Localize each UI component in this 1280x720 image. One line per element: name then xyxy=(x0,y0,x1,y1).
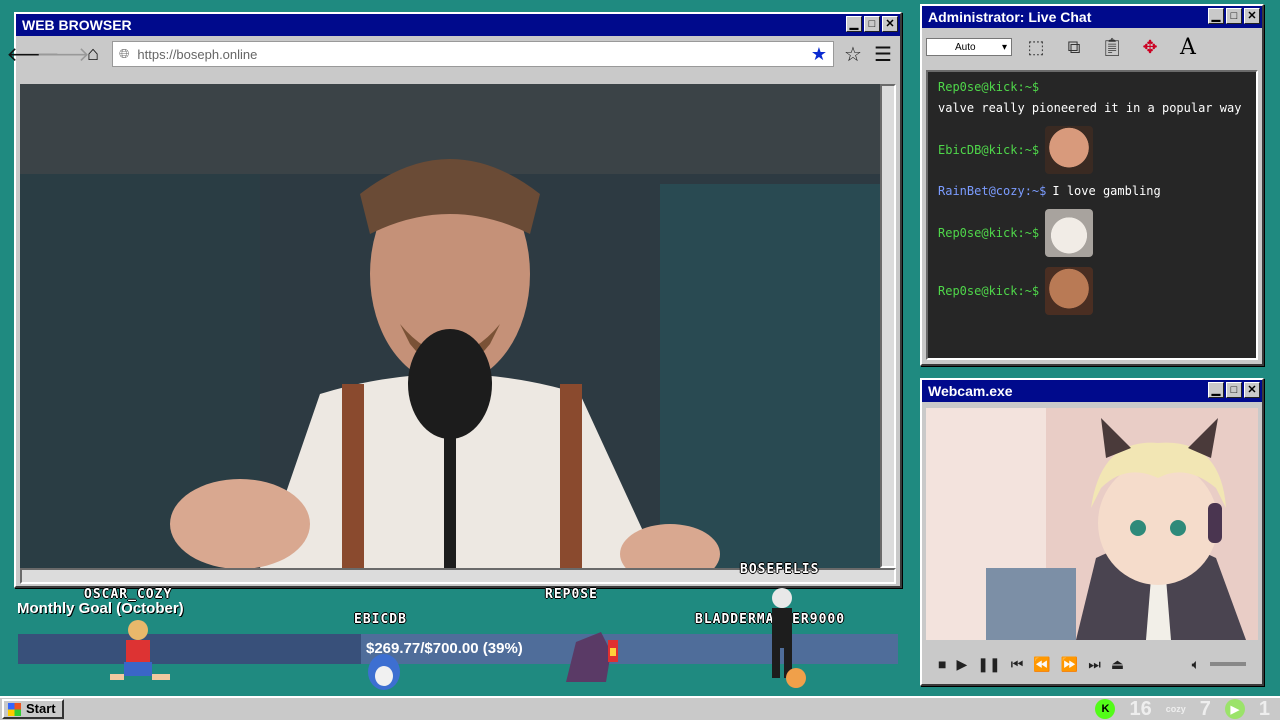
stop-icon[interactable]: ■ xyxy=(938,656,946,672)
chat-text: valve really pioneered it in a popular w… xyxy=(938,101,1242,115)
dark-character-sprite-icon xyxy=(772,588,806,688)
viewer-name-repose: REP0SE xyxy=(545,587,598,602)
maximize-button[interactable]: □ xyxy=(864,16,880,32)
goal-label: Monthly Goal (October) xyxy=(17,600,184,617)
chat-username: Rep0se@kick:~$ xyxy=(938,225,1040,240)
font-select-value: Auto xyxy=(955,41,976,53)
dragon-sprite-icon xyxy=(566,632,618,682)
minimize-button[interactable]: ▁ xyxy=(1208,382,1224,398)
maximize-button[interactable]: □ xyxy=(1226,8,1242,24)
chat-username: EbicDB@kick:~$ xyxy=(938,142,1040,157)
chevron-down-icon: ▾ xyxy=(1001,41,1007,53)
chat-message: Rep0se@kick:~$ xyxy=(938,209,1246,257)
webcam-titlebar[interactable]: Webcam.exe ▁ □ ✕ xyxy=(922,380,1262,402)
chat-username: Rep0se@kick:~$ xyxy=(938,283,1040,298)
cozy-icon: cozy xyxy=(1165,704,1186,714)
kick-icon: K xyxy=(1095,699,1116,719)
chat-titlebar[interactable]: Administrator: Live Chat ▁ □ ✕ xyxy=(922,6,1262,28)
browser-titlebar[interactable]: WEB BROWSER ▁ □ ✕ xyxy=(16,14,900,36)
viewer-name-oscar: OSCAR_COZY xyxy=(84,587,173,602)
skip-forward-icon[interactable]: ⏭ xyxy=(1088,656,1101,673)
video-scene xyxy=(20,84,884,568)
address-bar[interactable]: 🌐︎ https://boseph.online ★ xyxy=(112,41,834,67)
close-button[interactable]: ✕ xyxy=(1244,8,1260,24)
font-select[interactable]: Auto ▾ xyxy=(926,38,1012,56)
fast-forward-icon[interactable]: ⏩ xyxy=(1061,656,1078,673)
volume-slider[interactable] xyxy=(1210,662,1246,666)
home-icon[interactable]: ⌂ xyxy=(82,43,104,65)
rewind-icon[interactable]: ⏪ xyxy=(1033,656,1050,673)
chat-message: Rep0se@kick:~$ xyxy=(938,267,1246,315)
browser-title: WEB BROWSER xyxy=(22,17,132,33)
globe-icon: 🌐︎ xyxy=(119,46,130,61)
blue-creature-sprite-icon xyxy=(368,654,400,690)
taskbar: Start K 16 cozy 7 ▶ 1 xyxy=(0,696,1280,720)
chat-message: EbicDB@kick:~$ xyxy=(938,126,1246,174)
skip-back-icon[interactable]: ⏮ xyxy=(1011,656,1024,673)
volume-icon[interactable]: 🔈︎ xyxy=(1192,656,1200,673)
menu-icon[interactable]: ☰ xyxy=(872,43,894,66)
kick-viewer-count: 16 xyxy=(1129,697,1152,720)
system-tray: K 16 cozy 7 ▶ 1 xyxy=(1095,698,1270,720)
play-icon[interactable]: ▶ xyxy=(956,656,967,673)
chat-title: Administrator: Live Chat xyxy=(928,9,1092,25)
favorites-icon[interactable]: ☆ xyxy=(842,43,864,66)
webcam-title: Webcam.exe xyxy=(928,383,1013,399)
maximize-button[interactable]: □ xyxy=(1226,382,1242,398)
stream-viewer-count: 1 xyxy=(1258,697,1270,720)
play-stream-icon: ▶ xyxy=(1224,699,1245,719)
paste-icon[interactable]: 📋︎ xyxy=(1098,33,1126,61)
webcam-window: Webcam.exe ▁ □ ✕ ■ ▶ ❚❚ ⏮ ⏪ ⏩ ⏭ ⏏ 🔈︎ xyxy=(920,378,1264,686)
goal-progress-fill xyxy=(18,634,362,664)
chat-message: Rep0se@kick:~$ valve really pioneered it… xyxy=(938,80,1246,116)
chat-username: Rep0se@kick:~$ xyxy=(938,80,1040,94)
bookmark-star-icon[interactable]: ★ xyxy=(811,44,827,65)
pause-icon[interactable]: ❚❚ xyxy=(977,656,1000,673)
select-region-icon[interactable]: ⬚ xyxy=(1022,33,1050,61)
viewer-name-ebicdb: EBICDB xyxy=(354,612,407,627)
start-button[interactable]: Start xyxy=(2,699,64,719)
chat-log[interactable]: Rep0se@kick:~$ valve really pioneered it… xyxy=(926,70,1258,360)
chat-text: I love gambling xyxy=(1052,184,1161,198)
webcam-feed xyxy=(926,408,1258,640)
media-controls: ■ ▶ ❚❚ ⏮ ⏪ ⏩ ⏭ ⏏ 🔈︎ xyxy=(926,650,1258,678)
cat-emote-icon xyxy=(1045,209,1094,257)
chat-window: Administrator: Live Chat ▁ □ ✕ Auto ▾ ⬚ … xyxy=(920,4,1264,366)
vtuber-avatar xyxy=(926,408,1258,640)
cozy-viewer-count: 7 xyxy=(1199,697,1211,720)
eject-icon[interactable]: ⏏ xyxy=(1111,656,1124,673)
close-button[interactable]: ✕ xyxy=(882,16,898,32)
minimize-button[interactable]: ▁ xyxy=(1208,8,1224,24)
close-button[interactable]: ✕ xyxy=(1244,382,1260,398)
chat-message: RainBet@cozy:~$ I love gambling xyxy=(938,184,1246,199)
move-icon[interactable]: ✥ xyxy=(1136,33,1164,61)
font-icon[interactable]: A xyxy=(1174,33,1202,61)
forward-arrow-icon[interactable]: 🡒 xyxy=(36,43,90,66)
chat-username: RainBet@cozy:~$ xyxy=(938,184,1047,198)
video-frame[interactable] xyxy=(20,84,884,568)
pirate-runner-sprite-icon xyxy=(110,620,170,680)
laughing-face-emote-icon xyxy=(1045,267,1094,315)
copy-icon[interactable]: ⧉ xyxy=(1060,33,1088,61)
browser-navbar: 🡐 🡒 ⌂ 🌐︎ https://boseph.online ★ ☆ ☰ xyxy=(6,36,900,72)
vertical-scrollbar[interactable] xyxy=(880,84,896,568)
minimize-button[interactable]: ▁ xyxy=(846,16,862,32)
chat-toolbar: Auto ▾ ⬚ ⧉ 📋︎ ✥ A xyxy=(922,28,1262,66)
viewer-name-bosefelis: BOSEFELIS xyxy=(740,562,820,577)
browser-window: WEB BROWSER ▁ □ ✕ 🡐 🡒 ⌂ 🌐︎ https://bosep… xyxy=(6,12,902,588)
surprised-face-emote-icon xyxy=(1045,126,1094,174)
url-text: https://boseph.online xyxy=(137,46,258,62)
